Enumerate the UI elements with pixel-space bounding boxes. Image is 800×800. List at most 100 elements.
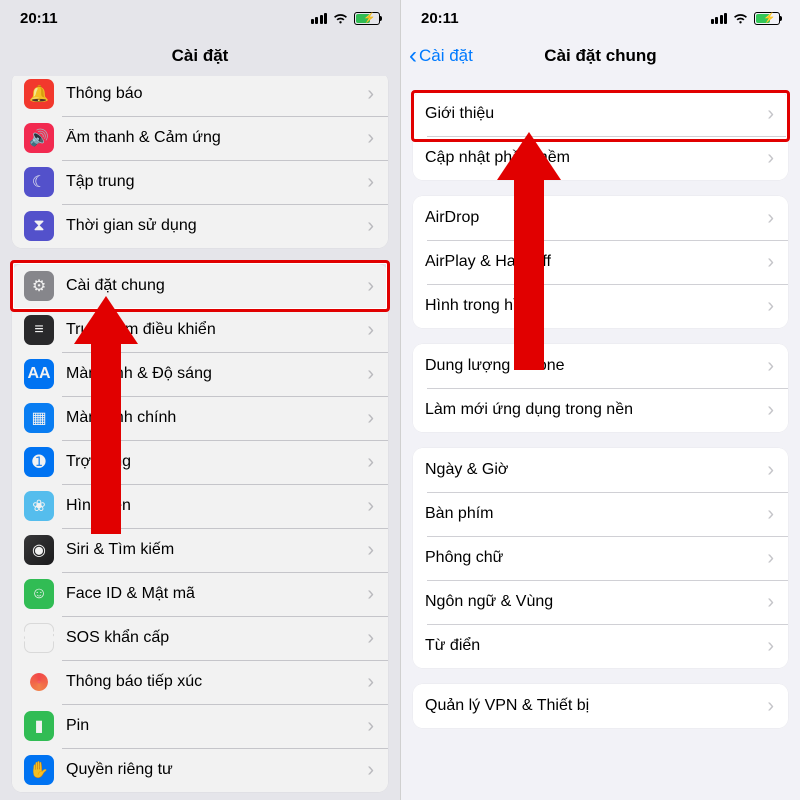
chevron-right-icon: › (767, 207, 774, 230)
settings-group: Quản lý VPN & Thiết bị› (413, 684, 788, 728)
chevron-right-icon: › (767, 355, 774, 378)
settings-row[interactable]: ✋Quyền riêng tư› (12, 748, 388, 792)
row-label: Từ điển (425, 637, 761, 655)
row-label: Màn hình & Độ sáng (66, 365, 361, 383)
row-label: Cài đặt chung (66, 277, 361, 295)
chevron-right-icon: › (367, 363, 374, 386)
chevron-right-icon: › (367, 215, 374, 238)
settings-row[interactable]: ☺ Face ID & Mật mã › (12, 572, 388, 616)
settings-row[interactable]: Cập nhật phần mềm› (413, 136, 788, 180)
page-title: Cài đặt chung (544, 46, 656, 66)
back-label: Cài đặt (419, 46, 473, 66)
row-label: Thời gian sử dụng (66, 217, 361, 235)
battery-icon: ▮ (24, 711, 54, 741)
row-label: Phông chữ (425, 549, 761, 567)
battery-icon: ⚡ (354, 12, 380, 25)
settings-row[interactable]: ▦Màn hình chính› (12, 396, 388, 440)
row-label: Thông báo tiếp xúc (66, 673, 361, 691)
settings-row[interactable]: AirDrop› (413, 196, 788, 240)
row-label: SOS khẩn cấp (66, 629, 361, 647)
chevron-right-icon: › (367, 407, 374, 430)
settings-row[interactable]: ⧗ Thời gian sử dụng › (12, 204, 388, 248)
settings-row[interactable]: Ngày & Giờ› (413, 448, 788, 492)
status-time: 20:11 (20, 10, 58, 27)
settings-row[interactable]: 🔔Thông báo› (12, 76, 388, 116)
settings-row[interactable]: Thông báo tiếp xúc › (12, 660, 388, 704)
status-indicators: ⚡ (711, 12, 781, 25)
row-label: Face ID & Mật mã (66, 585, 361, 603)
settings-row[interactable]: SOSSOS khẩn cấp› (12, 616, 388, 660)
row-label: Thông báo (66, 85, 361, 103)
battery-icon: ⚡ (754, 12, 780, 25)
row-label: Trợ năng (66, 453, 361, 471)
wifi-icon (332, 12, 349, 25)
settings-row[interactable]: Dung lượng iPhone› (413, 344, 788, 388)
screenshot-pair: 20:11 ⚡ Cài đặt 🔔Thông báo›🔊Âm thanh & C… (0, 0, 800, 800)
siri-icon: ◉ (24, 535, 54, 565)
page-title: Cài đặt (172, 46, 229, 66)
chevron-right-icon: › (367, 83, 374, 106)
row-label: Giới thiệu (425, 105, 761, 123)
status-bar: 20:11 ⚡ (0, 0, 400, 36)
settings-row[interactable]: ▮Pin› (12, 704, 388, 748)
chevron-right-icon: › (767, 399, 774, 422)
hourglass-icon: ⧗ (24, 211, 54, 241)
chevron-right-icon: › (367, 671, 374, 694)
settings-row[interactable]: Làm mới ứng dụng trong nền› (413, 388, 788, 432)
back-button[interactable]: ‹ Cài đặt (409, 44, 473, 68)
hand-icon: ✋ (24, 755, 54, 785)
settings-row[interactable]: AA Màn hình & Độ sáng › (12, 352, 388, 396)
grid-icon: ▦ (24, 403, 54, 433)
AA-icon: AA (24, 359, 54, 389)
settings-row[interactable]: ➊Trợ năng› (12, 440, 388, 484)
chevron-right-icon: › (767, 103, 774, 126)
chevron-left-icon: ‹ (409, 44, 417, 68)
chevron-right-icon: › (367, 319, 374, 342)
row-label: Bàn phím (425, 505, 761, 523)
chevron-right-icon: › (367, 583, 374, 606)
settings-row[interactable]: ⚙Cài đặt chung› (12, 264, 388, 308)
row-label: AirPlay & Handoff (425, 253, 761, 271)
settings-row[interactable]: 🔊Âm thanh & Cảm ứng› (12, 116, 388, 160)
face-icon: ☺ (24, 579, 54, 609)
chevron-right-icon: › (367, 127, 374, 150)
settings-row[interactable]: Hình trong hình › (413, 284, 788, 328)
chevron-right-icon: › (767, 251, 774, 274)
settings-row[interactable]: ◉ Siri & Tìm kiếm › (12, 528, 388, 572)
settings-row[interactable]: Bàn phím› (413, 492, 788, 536)
chevron-right-icon: › (367, 451, 374, 474)
settings-row[interactable]: Ngôn ngữ & Vùng › (413, 580, 788, 624)
row-label: Trung tâm điều khiển (66, 321, 361, 339)
chevron-right-icon: › (367, 171, 374, 194)
SOS-icon: SOS (24, 623, 54, 653)
settings-row[interactable]: Giới thiệu › (413, 92, 788, 136)
cellular-icon (711, 13, 728, 24)
settings-group: Ngày & Giờ›Bàn phím›Phông chữ›Ngôn ngữ &… (413, 448, 788, 668)
settings-group: Dung lượng iPhone›Làm mới ứng dụng trong… (413, 344, 788, 432)
status-indicators: ⚡ (311, 12, 381, 25)
row-label: Hình trong hình (425, 297, 761, 315)
chevron-right-icon: › (767, 295, 774, 318)
row-label: Quản lý VPN & Thiết bị (425, 697, 761, 715)
settings-row[interactable]: AirPlay & Handoff › (413, 240, 788, 284)
settings-row[interactable]: ❀ Hình nền › (12, 484, 388, 528)
cellular-icon (311, 13, 328, 24)
general-list[interactable]: Giới thiệu›Cập nhật phần mềm›AirDrop›Air… (401, 76, 800, 800)
chevron-right-icon: › (367, 759, 374, 782)
row-label: Siri & Tìm kiếm (66, 541, 361, 559)
expo-icon (24, 667, 54, 697)
row-label: Hình nền (66, 497, 361, 515)
settings-row[interactable]: Từ điển› (413, 624, 788, 668)
settings-row[interactable]: ☾Tập trung› (12, 160, 388, 204)
settings-row[interactable]: ≡Trung tâm điều khiển› (12, 308, 388, 352)
chevron-right-icon: › (367, 495, 374, 518)
wifi-icon (732, 12, 749, 25)
flower-icon: ❀ (24, 491, 54, 521)
chevron-right-icon: › (367, 539, 374, 562)
settings-row[interactable]: Phông chữ› (413, 536, 788, 580)
row-label: Cập nhật phần mềm (425, 149, 761, 167)
chevron-right-icon: › (767, 591, 774, 614)
row-label: Ngôn ngữ & Vùng (425, 593, 761, 611)
settings-row[interactable]: Quản lý VPN & Thiết bị› (413, 684, 788, 728)
settings-list[interactable]: 🔔Thông báo›🔊Âm thanh & Cảm ứng›☾Tập trun… (0, 76, 400, 800)
